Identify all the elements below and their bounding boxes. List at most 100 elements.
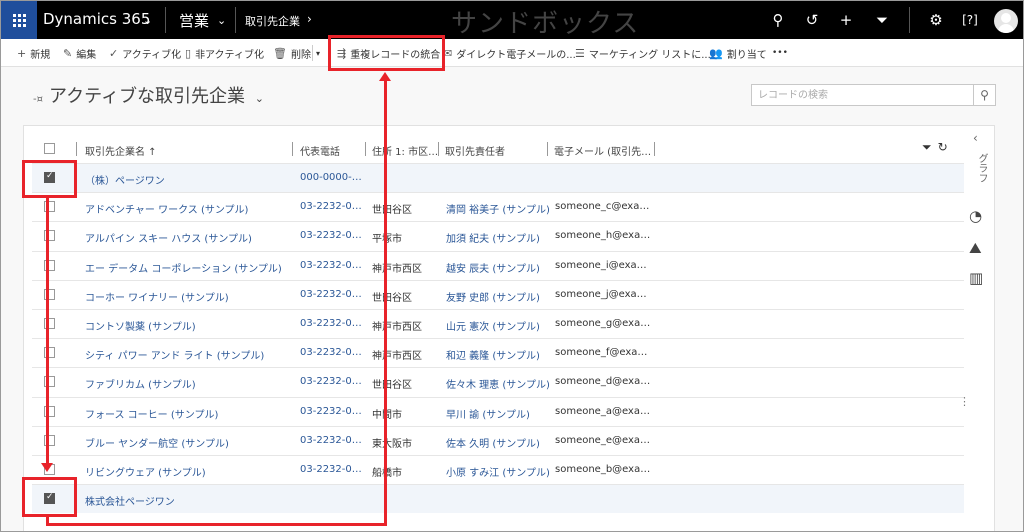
owner-link[interactable]: 加須 紀夫 (サンプル) [446, 230, 550, 245]
owner-link[interactable]: 佐本 久明 (サンプル) [446, 435, 550, 450]
refresh-icon[interactable]: ↻ [938, 140, 948, 154]
pin-icon[interactable]: -¤ [33, 94, 43, 105]
annotation-line [46, 198, 49, 464]
marketing-list-button[interactable]: ☰ マーケティング リストに... [575, 39, 711, 67]
phone-link[interactable]: 03-2232-0… [300, 230, 370, 241]
phone-link[interactable]: 03-2232-0… [300, 260, 370, 271]
account-name-link[interactable]: コーホー ワイナリー (サンプル) [85, 289, 229, 304]
resize-handle-icon[interactable]: ⋮ [959, 395, 970, 408]
owner-link[interactable]: 清岡 裕美子 (サンプル) [446, 201, 550, 216]
account-name-link[interactable]: リビングウェア (サンプル) [85, 464, 206, 479]
account-name-link[interactable]: ブルー ヤンダー航空 (サンプル) [85, 435, 229, 450]
table-row[interactable]: ファブリカム (サンプル) 03-2232-0… 世田谷区 佐々木 理恵 (サンプル)… [32, 367, 964, 396]
table-row[interactable]: シティ パワー アンド ライト (サンプル) 03-2232-0… 神戸市西区 和辺 … [32, 338, 964, 367]
area-chart-icon[interactable]: ⛰ [969, 239, 982, 257]
area-selector[interactable]: 営業 [179, 10, 209, 31]
column-header-name[interactable]: 取引先企業名 ↑ [85, 143, 157, 158]
assign-button[interactable]: 👥 割り当て [709, 39, 767, 67]
email-cell: someone_g@exa… [555, 318, 651, 329]
phone-link[interactable]: 000-0000-… [300, 172, 370, 183]
filter-icon[interactable]: ⏷ [922, 140, 932, 154]
owner-link[interactable]: 佐々木 理恵 (サンプル) [446, 376, 550, 391]
table-row[interactable]: アドベンチャー ワークス (サンプル) 03-2232-0… 世田谷区 清岡 裕美子 … [32, 192, 964, 221]
owner-link[interactable]: 早川 諭 (サンプル) [446, 406, 550, 421]
phone-link[interactable]: 03-2232-0… [300, 406, 370, 417]
top-nav-bar: Dynamics 365 ⌄ 営業 ⌄ 取引先企業 › サンドボックス ⚲ ↺ … [1, 1, 1023, 39]
app-launcher-button[interactable] [1, 1, 37, 39]
table-row[interactable]: エー データム コーポレーション (サンプル) 03-2232-0… 神戸市西区 越安… [32, 250, 964, 280]
search-icon[interactable]: ⚲ [761, 1, 795, 39]
account-name-link[interactable]: エー データム コーポレーション (サンプル) [85, 260, 282, 275]
deactivate-button[interactable]: ▯ 非アクティブ化 [185, 39, 264, 67]
table-row[interactable]: 株式会社ページワン [32, 484, 964, 514]
address-cell: 神戸市西区 [372, 351, 422, 363]
account-name-link[interactable]: シティ パワー アンド ライト (サンプル) [85, 347, 264, 362]
phone-link[interactable]: 03-2232-0… [300, 376, 370, 387]
avatar[interactable] [994, 9, 1018, 33]
phone-link[interactable]: 03-2232-0… [300, 201, 370, 212]
plus-icon[interactable]: + [829, 1, 863, 39]
breadcrumb[interactable]: 取引先企業 [245, 13, 300, 29]
table-row[interactable]: ブルー ヤンダー航空 (サンプル) 03-2232-0… 東大阪市 佐本 久明 (サン… [32, 425, 964, 455]
owner-link[interactable]: 和辺 義隆 (サンプル) [446, 347, 550, 362]
owner-link[interactable]: 友野 史郎 (サンプル) [446, 289, 550, 304]
direct-email-button[interactable]: ✉ ダイレクト電子メールの... [443, 39, 576, 67]
new-button[interactable]: + 新規 [17, 39, 50, 67]
phone-link[interactable]: 03-2232-0… [300, 347, 370, 358]
phone-link[interactable]: 03-2232-0… [300, 435, 370, 446]
app-title[interactable]: Dynamics 365 [43, 10, 150, 28]
delete-dropdown-icon[interactable]: ▾ [316, 39, 320, 67]
column-header-address[interactable]: 住所 1: 市区… [372, 143, 438, 158]
gear-icon[interactable]: ⚙ [919, 1, 953, 39]
account-name-link[interactable]: （株）ページワン [85, 172, 165, 187]
owner-link[interactable]: 小原 すみ江 (サンプル) [446, 464, 550, 479]
check-icon: ✓ [109, 46, 119, 60]
phone-link[interactable]: 03-2232-0… [300, 289, 370, 300]
column-header-phone[interactable]: 代表電話 [300, 143, 340, 158]
account-name-link[interactable]: フォース コーヒー (サンプル) [85, 406, 218, 421]
column-header-owner[interactable]: 取引先責任者 [445, 143, 505, 158]
account-name-link[interactable]: コントソ製薬 (サンプル) [85, 318, 196, 333]
chart-pane-label[interactable]: グラフ [974, 153, 989, 183]
column-header-email[interactable]: 電子メール (取引先… [554, 143, 651, 158]
search-input[interactable] [752, 85, 974, 105]
phone-link[interactable]: 03-2232-0… [300, 464, 370, 475]
chevron-left-icon[interactable]: ‹ [973, 131, 978, 145]
table-row[interactable]: コントソ製薬 (サンプル) 03-2232-0… 神戸市西区 山元 憲次 (サンプル)… [32, 309, 964, 338]
owner-link[interactable]: 山元 憲次 (サンプル) [446, 318, 550, 333]
plus-icon: + [17, 46, 27, 60]
table-row[interactable]: アルパイン スキー ハウス (サンプル) 03-2232-0… 平塚市 加須 紀夫 (… [32, 221, 964, 250]
pie-chart-icon[interactable]: ◔ [969, 207, 982, 225]
edit-button[interactable]: ✎ 編集 [63, 39, 96, 67]
phone-link[interactable]: 03-2232-0… [300, 318, 370, 329]
chevron-down-icon[interactable]: ⌄ [143, 14, 152, 27]
view-selector[interactable]: -¤ アクティブな取引先企業 ⌄ [33, 82, 264, 108]
owner-link[interactable]: 越安 辰夫 (サンプル) [446, 260, 550, 275]
table-row[interactable]: フォース コーヒー (サンプル) 03-2232-0… 中間市 早川 諭 (サンプル)… [32, 396, 964, 426]
page: Dynamics 365 ⌄ 営業 ⌄ 取引先企業 › サンドボックス ⚲ ↺ … [0, 0, 1024, 532]
chevron-right-icon[interactable]: › [307, 12, 312, 26]
recent-icon[interactable]: ↺ [795, 1, 829, 39]
chevron-down-icon[interactable]: ⌄ [217, 14, 226, 27]
table-row[interactable]: （株）ページワン 000-0000-… [32, 163, 964, 192]
address-cell: 平塚市 [372, 234, 402, 246]
direct-email-label: ダイレクト電子メールの... [456, 49, 576, 61]
bar-chart-icon[interactable]: ▥ [969, 269, 983, 287]
delete-button[interactable]: 🗑 削除 [273, 39, 311, 67]
chevron-down-icon: ⌄ [254, 92, 264, 105]
email-cell: someone_e@exa… [555, 434, 651, 446]
account-name-link[interactable]: アルパイン スキー ハウス (サンプル) [85, 230, 252, 245]
filter-icon[interactable]: ⏷ [865, 1, 899, 39]
account-name-link[interactable]: ファブリカム (サンプル) [85, 376, 196, 391]
activate-button[interactable]: ✓ アクティブ化 [109, 39, 181, 67]
grid-tools: ⏷ ↻ [922, 140, 954, 155]
table-row[interactable]: リビングウェア (サンプル) 03-2232-0… 船橋市 小原 すみ江 (サンプル)… [32, 455, 964, 484]
table-row[interactable]: コーホー ワイナリー (サンプル) 03-2232-0… 世田谷区 友野 史郎 (サン… [32, 279, 964, 309]
help-icon[interactable]: [?] [953, 1, 987, 39]
account-name-link[interactable]: 株式会社ページワン [85, 493, 175, 508]
select-all-checkbox[interactable] [44, 143, 55, 154]
account-name-link[interactable]: アドベンチャー ワークス (サンプル) [85, 201, 248, 216]
more-commands-button[interactable]: ••• [772, 39, 788, 67]
column-divider [76, 142, 77, 156]
search-icon[interactable]: ⚲ [973, 85, 995, 105]
